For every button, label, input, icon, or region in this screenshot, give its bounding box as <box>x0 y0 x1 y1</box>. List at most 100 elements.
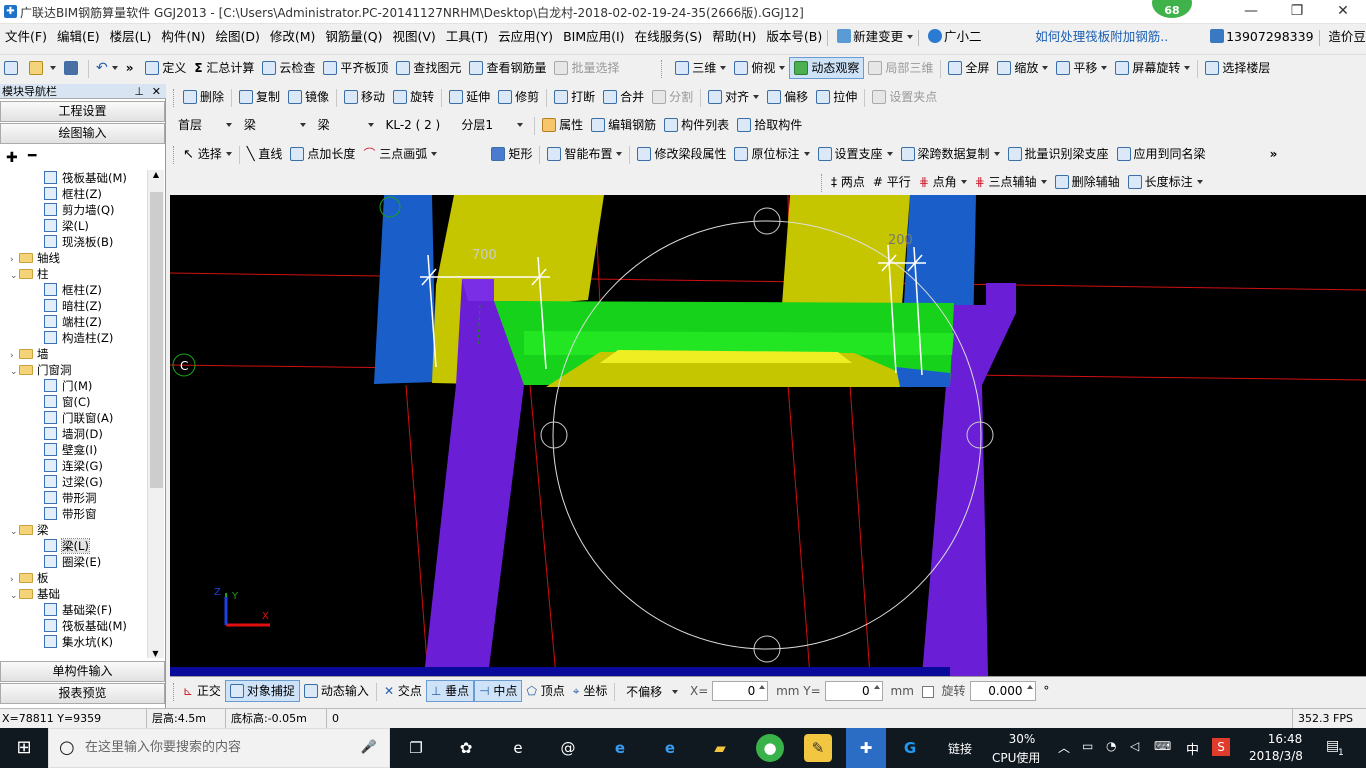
tree-item[interactable]: 端柱(Z) <box>44 314 102 330</box>
split-button[interactable]: 分割 <box>648 86 697 108</box>
menu-view[interactable]: 视图(V) <box>387 25 440 49</box>
new-change-button[interactable]: 新建变更 <box>832 25 918 49</box>
tree-item[interactable]: 剪力墙(Q) <box>44 202 115 218</box>
minimize-button[interactable]: — <box>1228 0 1274 24</box>
ortho-toggle[interactable]: ⊾ 正交 <box>179 680 225 702</box>
project-settings-button[interactable]: 工程设置 <box>0 101 165 122</box>
dynamic-input-toggle[interactable]: 动态输入 <box>300 680 373 702</box>
menu-component[interactable]: 构件(N) <box>156 25 210 49</box>
smart-layout-button[interactable]: 智能布置 <box>543 143 626 165</box>
set-grip-button[interactable]: 设置夹点 <box>868 86 941 108</box>
tree-item[interactable]: 带形洞 <box>44 490 97 506</box>
vertex-snap[interactable]: ⬠ 顶点 <box>522 680 568 702</box>
edge-pinned-icon[interactable]: e <box>606 734 634 762</box>
tree-group[interactable]: › 墙 <box>10 346 49 362</box>
extend-button[interactable]: 延伸 <box>445 86 494 108</box>
offset-button[interactable]: 偏移 <box>763 86 812 108</box>
pick-component-button[interactable]: 拾取构件 <box>733 114 806 136</box>
tray-expand-icon[interactable]: ︿ <box>1058 739 1070 756</box>
view-rebar-button[interactable]: 查看钢筋量 <box>465 57 550 79</box>
battery-icon[interactable]: ▭ <box>1082 739 1093 753</box>
menu-tools[interactable]: 工具(T) <box>441 25 493 49</box>
delete-button[interactable]: 删除 <box>179 86 228 108</box>
perpendicular-snap[interactable]: ⊥ 垂点 <box>425 680 475 702</box>
select-floor-button[interactable]: 选择楼层 <box>1201 57 1274 79</box>
tree-item[interactable]: 筏板基础(M) <box>44 618 127 634</box>
define-button[interactable]: 定义 <box>141 57 190 79</box>
spiral-app-icon[interactable]: @ <box>554 734 582 762</box>
tree-group[interactable]: › 板 <box>10 570 49 586</box>
orbit-handle-left[interactable] <box>540 421 568 449</box>
assistant-button[interactable]: 广小二 <box>923 25 987 49</box>
point-angle-button[interactable]: ⋕ 点角 <box>915 171 971 193</box>
menu-online[interactable]: 在线服务(S) <box>630 25 708 49</box>
tree-item[interactable]: 构造柱(Z) <box>44 330 113 346</box>
parallel-button[interactable]: # 平行 <box>869 171 915 193</box>
new-file-button[interactable] <box>0 57 25 79</box>
menu-floor[interactable]: 楼层(L) <box>105 25 157 49</box>
tree-item[interactable]: 过梁(G) <box>44 474 103 490</box>
ie-browser-icon[interactable]: e <box>656 734 684 762</box>
tree-item[interactable]: 壁龛(I) <box>44 442 97 458</box>
tree-item[interactable]: 门(M) <box>44 378 92 394</box>
top-view-button[interactable]: 俯视 <box>730 57 789 79</box>
tree-item[interactable]: 基础梁(F) <box>44 602 112 618</box>
menu-modify[interactable]: 修改(M) <box>265 25 321 49</box>
expand-all-icon[interactable]: ✚ <box>6 150 18 166</box>
local-3d-button[interactable]: 局部三维 <box>864 57 937 79</box>
three-point-arc-button[interactable]: ⌒ 三点画弧 <box>359 143 447 165</box>
intersection-snap[interactable]: ✕ 交点 <box>380 680 426 702</box>
screen-rotate-button[interactable]: 屏幕旋转 <box>1111 57 1194 79</box>
file-explorer-icon[interactable]: ▰ <box>706 734 734 762</box>
ime-indicator[interactable]: 中 <box>1186 739 1199 758</box>
tree-item[interactable]: 连梁(G) <box>44 458 103 474</box>
microphone-icon[interactable]: 🎤 <box>361 729 377 767</box>
component-list-button[interactable]: 构件列表 <box>660 114 733 136</box>
three-point-axis-button[interactable]: ⋕ 三点辅轴 <box>971 171 1051 193</box>
tree-group[interactable]: ⌄ 基础 <box>10 586 60 602</box>
batch-select-button[interactable]: 批量选择 <box>550 57 623 79</box>
edge-browser-icon[interactable]: e <box>504 734 532 762</box>
close-button[interactable]: ✕ <box>1320 0 1366 24</box>
menu-bim[interactable]: BIM应用(I) <box>558 25 630 49</box>
rotate-button[interactable]: 旋转 <box>389 86 438 108</box>
tree-expander-icon[interactable]: ⌄ <box>10 364 19 380</box>
y-input[interactable]: 0 <box>824 681 883 701</box>
type-select[interactable]: 梁 <box>313 115 378 135</box>
pin-icon[interactable]: ⊥ <box>134 84 144 99</box>
pinwheel-app-icon[interactable]: ✿ <box>452 734 480 762</box>
3d-viewport[interactable]: 700 200 C Z Y X <box>170 195 1366 676</box>
menu-file[interactable]: 文件(F) <box>0 25 52 49</box>
break-button[interactable]: 打断 <box>550 86 599 108</box>
edit-rebar-button[interactable]: 编辑钢筋 <box>587 114 660 136</box>
mirror-button[interactable]: 镜像 <box>284 86 333 108</box>
single-component-input-button[interactable]: 单构件输入 <box>0 661 165 682</box>
glodon-g-icon[interactable]: G <box>896 734 924 762</box>
rotate-checkbox[interactable] <box>921 686 934 698</box>
task-view-icon[interactable]: ❐ <box>402 734 430 762</box>
align-slab-top-button[interactable]: 平齐板顶 <box>319 57 392 79</box>
find-element-button[interactable]: 查找图元 <box>392 57 465 79</box>
tree-item[interactable]: 集水坑(K) <box>44 634 113 650</box>
merge-button[interactable]: 合并 <box>599 86 648 108</box>
keyboard-icon[interactable]: ⌨ <box>1154 739 1171 753</box>
align-button[interactable]: 对齐 <box>704 86 763 108</box>
volume-icon[interactable]: ◁ <box>1130 739 1139 753</box>
modify-beam-segment-button[interactable]: 修改梁段属性 <box>633 143 730 165</box>
set-support-button[interactable]: 设置支座 <box>814 143 897 165</box>
menu-cloud[interactable]: 云应用(Y) <box>493 25 558 49</box>
category-select[interactable]: 梁 <box>239 115 310 135</box>
collapse-all-icon[interactable]: ━ <box>28 148 36 164</box>
tree-item[interactable]: 墙洞(D) <box>44 426 103 442</box>
tree-item[interactable]: 梁(L) <box>44 218 89 234</box>
draw-toolbar-overflow-icon[interactable]: » <box>1266 143 1282 165</box>
delete-aux-axis-button[interactable]: 删除辅轴 <box>1051 171 1124 193</box>
notes-app-icon[interactable]: ✎ <box>804 734 832 762</box>
cloud-check-button[interactable]: 云检查 <box>258 57 319 79</box>
menu-draw[interactable]: 绘图(D) <box>210 25 264 49</box>
fullscreen-button[interactable]: 全屏 <box>944 57 993 79</box>
tree-group[interactable]: ⌄ 梁 <box>10 522 49 538</box>
line-tool-button[interactable]: ╲ 直线 <box>243 143 287 165</box>
coordinate-snap[interactable]: ⌖ 坐标 <box>569 680 612 702</box>
rectangle-button[interactable]: 矩形 <box>487 143 536 165</box>
